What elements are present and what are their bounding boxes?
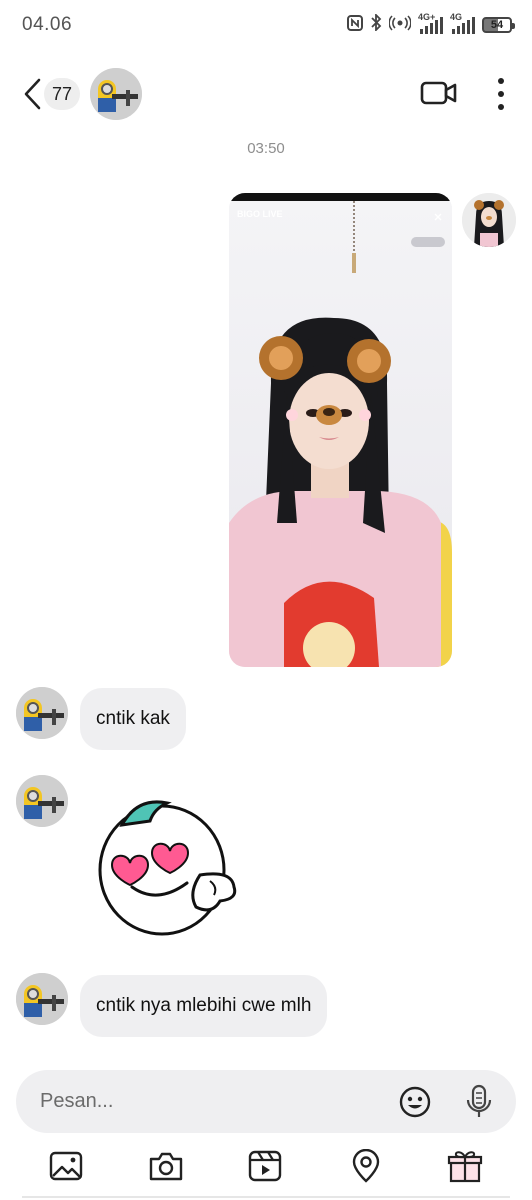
voice-message-button[interactable] [464, 1083, 494, 1121]
video-camera-icon [420, 81, 457, 105]
minion-avatar-icon [16, 775, 68, 827]
emoji-button[interactable] [398, 1085, 432, 1119]
message-bubble[interactable]: cntik nya mlebihi cwe mlh [80, 975, 328, 1037]
chat-header: 77 [0, 62, 532, 126]
reels-button[interactable] [245, 1146, 285, 1186]
status-bar: 04.06 4G+ 4G 54 [0, 0, 532, 50]
more-options-button[interactable] [496, 78, 506, 110]
attachment-toolbar [0, 1146, 532, 1192]
gift-icon [447, 1151, 483, 1183]
unread-count-badge[interactable]: 77 [44, 78, 81, 110]
contact-avatar-small[interactable] [16, 687, 68, 739]
message-timestamp: 03:50 [247, 140, 285, 157]
bluetooth-icon [370, 12, 382, 35]
message-bubble[interactable]: cntik kak [80, 688, 186, 750]
message-input[interactable] [40, 1070, 370, 1133]
hotspot-icon [388, 14, 412, 35]
smiley-icon [399, 1086, 431, 1118]
nfc-icon [347, 14, 363, 35]
signal-4g-icon: 4G [450, 12, 475, 34]
heart-eyes-sticker[interactable] [92, 795, 242, 945]
minion-avatar-icon [16, 973, 68, 1025]
video-call-button[interactable] [420, 78, 458, 108]
minion-avatar-icon [16, 687, 68, 739]
camera-icon [149, 1152, 183, 1181]
self-avatar-image [462, 193, 516, 247]
contact-avatar-small[interactable] [16, 973, 68, 1025]
gallery-button[interactable] [46, 1146, 86, 1186]
contact-avatar[interactable] [90, 68, 142, 120]
status-time: 04.06 [22, 14, 73, 35]
sticker-image [98, 800, 237, 936]
message-composer [16, 1070, 516, 1133]
gallery-icon [49, 1151, 83, 1181]
photo-image: BIGO LIVE [229, 193, 452, 667]
camera-button[interactable] [146, 1146, 186, 1186]
overlay-brand-text: BIGO LIVE [237, 209, 283, 219]
location-icon [352, 1149, 380, 1183]
minion-avatar-icon [90, 68, 142, 120]
back-button[interactable] [18, 76, 46, 112]
dot [498, 91, 504, 97]
chevron-left-icon [24, 78, 41, 110]
dot [498, 78, 504, 84]
dot [498, 104, 504, 110]
status-icons: 4G+ 4G 54 [347, 12, 515, 35]
microphone-icon [466, 1084, 492, 1117]
sent-photo-message[interactable]: BIGO LIVE [229, 193, 452, 667]
location-button[interactable] [346, 1146, 386, 1186]
self-avatar[interactable] [462, 193, 516, 247]
reels-icon [248, 1150, 282, 1182]
signal-4g-plus-icon: 4G+ [418, 12, 443, 34]
battery-icon: 54 [482, 16, 515, 33]
divider [22, 1196, 510, 1198]
gift-button[interactable] [445, 1146, 485, 1186]
contact-avatar-small[interactable] [16, 775, 68, 827]
